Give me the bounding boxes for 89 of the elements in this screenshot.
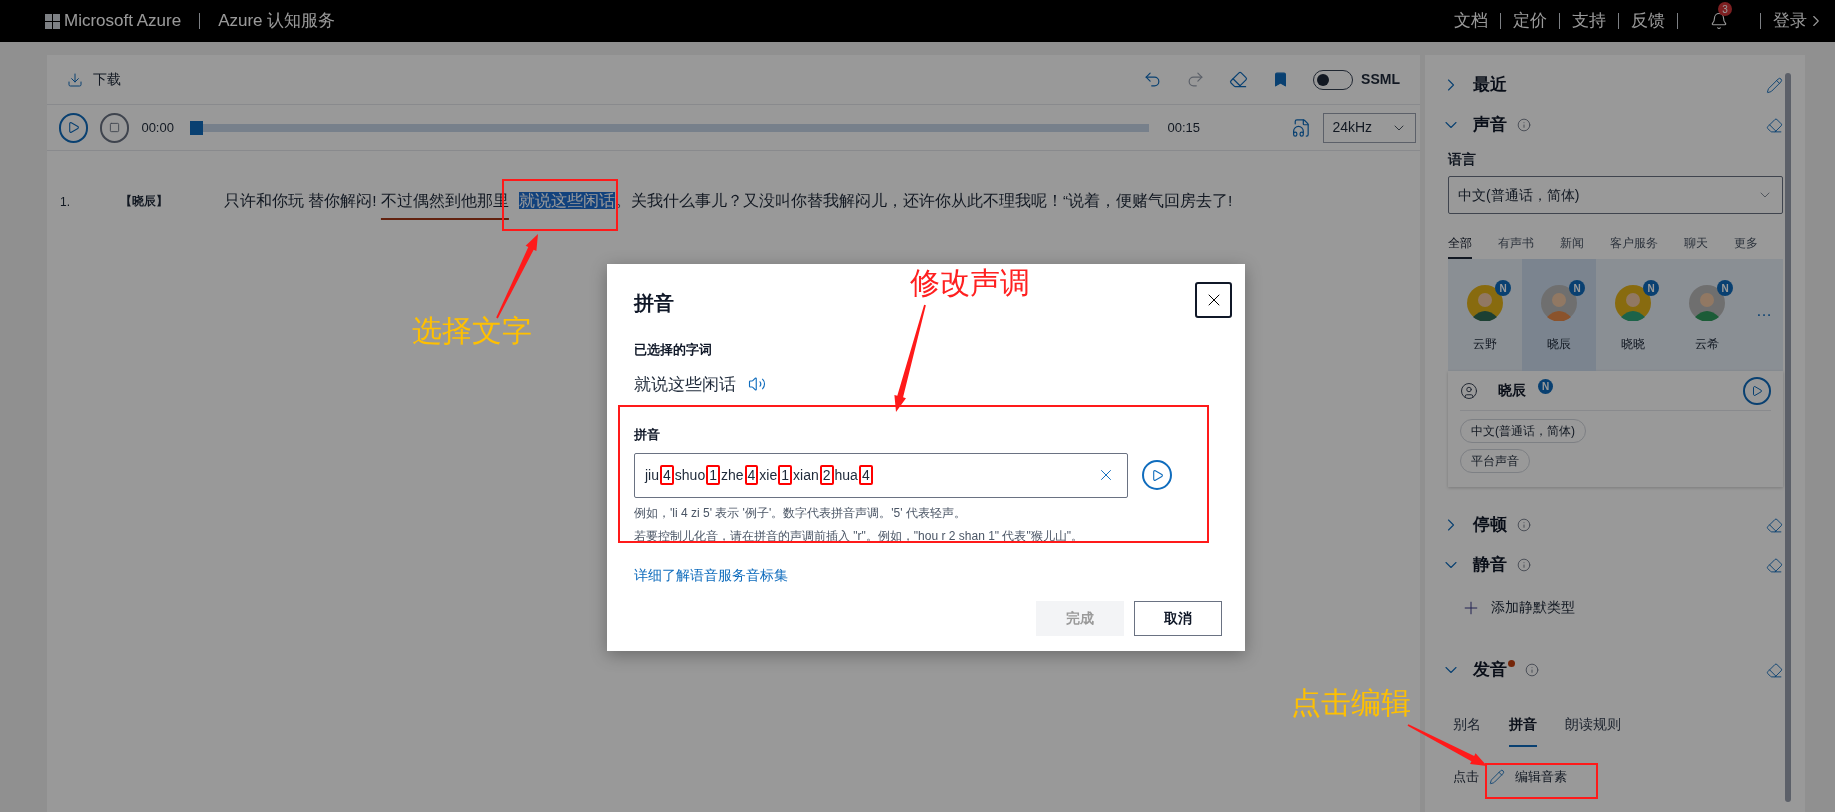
- cancel-button[interactable]: 取消: [1134, 600, 1222, 636]
- notification-icon[interactable]: [1710, 12, 1728, 30]
- annotation-label: 点击编辑: [1291, 688, 1411, 718]
- hint-text: 例如，'li 4 zi 5' 表示 '例子'。数字代表拼音声调。'5' 代表轻声。: [634, 504, 967, 522]
- info-icon[interactable]: [1525, 663, 1539, 677]
- info-icon[interactable]: [1517, 518, 1531, 532]
- download-icon: [67, 71, 83, 88]
- voice-category-tab[interactable]: 更多: [1734, 234, 1758, 259]
- voice-option[interactable]: N 晓辰: [1522, 259, 1596, 371]
- person-icon: [1460, 381, 1478, 400]
- play-icon: [67, 121, 81, 134]
- section-title[interactable]: 发音: [1473, 657, 1507, 683]
- pronunciation-tab[interactable]: 别名: [1453, 714, 1481, 747]
- section-title[interactable]: 静音: [1473, 552, 1507, 578]
- elapsed-time: 00:00: [141, 118, 174, 137]
- voice-category-tab[interactable]: 聊天: [1684, 234, 1708, 259]
- ssml-label: SSML: [1361, 70, 1400, 89]
- add-silence-button[interactable]: 添加静默类型: [1461, 597, 1575, 618]
- speaker-icon[interactable]: [748, 375, 766, 394]
- annotation-label: 修改声调: [910, 268, 1030, 298]
- stop-icon: [109, 122, 121, 133]
- logo-icon: [45, 13, 60, 29]
- voice-name: 晓辰: [1547, 336, 1571, 353]
- voice-name: 云野: [1473, 336, 1497, 353]
- voice-name: 晓晓: [1621, 336, 1645, 353]
- play-icon: [1751, 384, 1763, 397]
- nav-link[interactable]: 定价: [1513, 8, 1547, 34]
- voice-option[interactable]: N 云野: [1448, 259, 1522, 371]
- new-badge: N: [1643, 280, 1659, 296]
- field-label: 拼音: [634, 426, 661, 444]
- learn-more-link[interactable]: 详细了解语音服务音标集: [634, 564, 788, 586]
- pinyin-field[interactable]: jiu 4 shuo 1 zhe 4 xie 1 xian 2 hua 4: [634, 452, 1128, 498]
- nav-link[interactable]: 文档: [1454, 8, 1488, 34]
- sign-in-link[interactable]: 登录: [1773, 8, 1825, 34]
- scrollbar[interactable]: [1785, 73, 1791, 802]
- line-number: 1.: [59, 194, 71, 211]
- close-button[interactable]: [1195, 282, 1232, 318]
- eraser-icon[interactable]: [1766, 516, 1783, 534]
- sample-rate-select[interactable]: 24kHz: [1323, 112, 1416, 143]
- play-icon: [1150, 468, 1164, 482]
- play-button[interactable]: [59, 112, 89, 143]
- eraser-icon[interactable]: [1766, 116, 1783, 134]
- new-badge: N: [1569, 280, 1585, 296]
- pencil-icon: [1489, 768, 1505, 785]
- section-title[interactable]: 声音: [1473, 112, 1507, 138]
- dialog-title: 拼音: [634, 291, 674, 316]
- selected-words: 就说这些闲话: [634, 373, 736, 396]
- duration-time: 00:15: [1167, 118, 1200, 137]
- stop-button[interactable]: [100, 112, 130, 143]
- language-select[interactable]: 中文(普通话，简体): [1448, 176, 1783, 214]
- voice-category-tab[interactable]: 客户服务: [1610, 234, 1658, 259]
- info-icon[interactable]: [1517, 558, 1531, 572]
- info-icon[interactable]: [1517, 118, 1531, 132]
- section-title[interactable]: 最近: [1473, 72, 1507, 98]
- annotation-label: 选择文字: [412, 316, 532, 346]
- eraser-icon[interactable]: [1229, 70, 1249, 89]
- voice-option[interactable]: N 云希: [1670, 259, 1744, 371]
- pronunciation-tab[interactable]: 朗读规则: [1565, 714, 1621, 747]
- field-label: 已选择的字词: [634, 341, 713, 359]
- nav-link[interactable]: 反馈: [1631, 8, 1665, 34]
- edit-icon[interactable]: [1766, 76, 1783, 94]
- notification-count: 3: [1718, 2, 1732, 16]
- voice-category-tab[interactable]: 新闻: [1560, 234, 1584, 259]
- more-voices-button[interactable]: …: [1756, 299, 1772, 371]
- section-title[interactable]: 停顿: [1473, 512, 1507, 538]
- play-button[interactable]: [1142, 460, 1172, 490]
- pronunciation-tab[interactable]: 拼音: [1509, 714, 1537, 747]
- speaker-label[interactable]: 【晓辰】: [120, 192, 224, 210]
- progress-slider[interactable]: [189, 120, 1150, 135]
- download-button[interactable]: 下载: [67, 69, 121, 90]
- voice-category-tab[interactable]: 有声书: [1498, 234, 1534, 259]
- voice-name: 晓辰: [1498, 381, 1526, 400]
- new-badge: N: [1717, 280, 1733, 296]
- voice-name: 云希: [1695, 336, 1719, 353]
- audio-file-icon[interactable]: [1292, 117, 1312, 138]
- progress-thumb[interactable]: [189, 120, 203, 135]
- new-badge: N: [1538, 379, 1553, 394]
- new-badge: N: [1495, 280, 1511, 296]
- play-button[interactable]: [1743, 376, 1771, 405]
- hint-text: 点击: [1453, 768, 1479, 786]
- eraser-icon[interactable]: [1766, 661, 1783, 679]
- nav-link[interactable]: 支持: [1572, 8, 1606, 34]
- field-label: 语言: [1448, 150, 1477, 169]
- edit-phoneme-button[interactable]: 编辑音素: [1489, 767, 1567, 787]
- hint-text: 若要控制儿化音，请在拼音的声调前插入 "r"。例如，"hou r 2 shan 1" 代表"猴儿山"。: [634, 527, 1084, 545]
- brand-name[interactable]: Microsoft Azure: [64, 8, 182, 34]
- voice-option[interactable]: N 晓晓: [1596, 259, 1670, 371]
- eraser-icon[interactable]: [1766, 556, 1783, 574]
- product-name[interactable]: Azure 认知服务: [218, 8, 336, 34]
